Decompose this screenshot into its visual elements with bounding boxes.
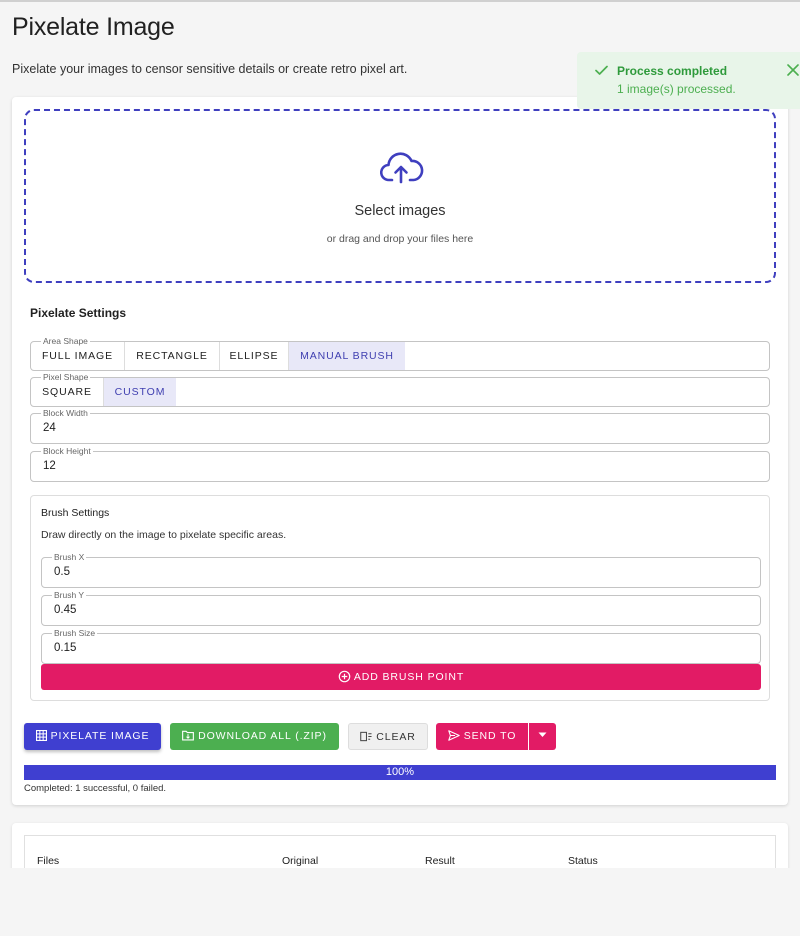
send-to-button[interactable]: SEND TO: [436, 723, 528, 750]
brush-size-field[interactable]: Brush Size 0.15: [41, 627, 761, 664]
area-shape-full-image[interactable]: FULL IMAGE: [31, 342, 125, 370]
page-background: [0, 868, 800, 936]
brush-y-label: Brush Y: [52, 589, 87, 601]
send-to-label: SEND TO: [463, 730, 517, 742]
page-title: Pixelate Image: [12, 13, 175, 41]
toast-message: 1 image(s) processed.: [617, 82, 736, 96]
send-icon: [447, 729, 460, 741]
add-brush-point-label: ADD BRUSH POINT: [353, 671, 465, 683]
brush-settings-card: Brush Settings Draw directly on the imag…: [30, 495, 770, 701]
add-brush-point-button[interactable]: ADD BRUSH POINT: [41, 664, 761, 690]
clear-label: CLEAR: [376, 731, 416, 743]
send-to-dropdown-button[interactable]: [529, 723, 556, 750]
brush-x-value[interactable]: 0.5: [54, 566, 70, 578]
block-width-field[interactable]: Block Width 24: [30, 407, 770, 444]
brush-y-field[interactable]: Brush Y 0.45: [41, 589, 761, 626]
block-height-field[interactable]: Block Height 12: [30, 445, 770, 482]
column-original: Original: [282, 855, 319, 867]
column-files: Files: [37, 855, 60, 867]
page-description: Pixelate your images to censor sensitive…: [12, 62, 408, 76]
success-toast: Process completed 1 image(s) processed.: [577, 52, 800, 109]
dropzone-subtitle: or drag and drop your files here: [326, 233, 474, 245]
area-shape-manual-brush[interactable]: MANUAL BRUSH: [289, 342, 405, 370]
pixelate-image-button[interactable]: PIXELATE IMAGE: [24, 723, 161, 750]
top-border: [0, 0, 800, 2]
main-card: Select images or drag and drop your file…: [12, 97, 788, 805]
add-circle-icon: [338, 670, 351, 683]
check-icon: [595, 65, 608, 75]
brush-size-value[interactable]: 0.15: [54, 642, 76, 654]
progress-bar: 100%: [24, 765, 776, 780]
pixel-shape-square[interactable]: SQUARE: [31, 378, 104, 406]
pixel-shape-group: Pixel Shape SQUARE CUSTOM: [30, 371, 770, 407]
dropzone-title: Select images: [354, 203, 446, 219]
pixel-shape-custom[interactable]: CUSTOM: [104, 378, 176, 406]
settings-title: Pixelate Settings: [30, 306, 127, 320]
clear-icon: [360, 731, 372, 741]
brush-settings-description: Draw directly on the image to pixelate s…: [41, 529, 287, 541]
clear-button[interactable]: CLEAR: [348, 723, 428, 750]
column-result: Result: [425, 855, 455, 867]
brush-x-field[interactable]: Brush X 0.5: [41, 551, 761, 588]
cloud-upload-icon: [380, 152, 424, 184]
download-all-button[interactable]: DOWNLOAD ALL (.ZIP): [170, 723, 339, 750]
toast-title: Process completed: [617, 64, 728, 78]
area-shape-ellipse[interactable]: ELLIPSE: [220, 342, 289, 370]
progress-percent: 100%: [385, 766, 415, 778]
download-all-label: DOWNLOAD ALL (.ZIP): [198, 730, 327, 742]
brush-size-label: Brush Size: [52, 627, 98, 639]
block-height-label: Block Height: [41, 445, 93, 457]
area-shape-rectangle[interactable]: RECTANGLE: [125, 342, 220, 370]
block-width-label: Block Width: [41, 407, 90, 419]
column-status: Status: [568, 855, 598, 867]
brush-y-value[interactable]: 0.45: [54, 604, 76, 616]
brush-settings-title: Brush Settings: [41, 507, 110, 519]
brush-x-label: Brush X: [52, 551, 87, 563]
block-height-value[interactable]: 12: [43, 460, 56, 472]
block-width-value[interactable]: 24: [43, 422, 56, 434]
folder-download-icon: [182, 730, 195, 741]
area-shape-group: Area Shape FULL IMAGE RECTANGLE ELLIPSE …: [30, 335, 770, 371]
close-icon[interactable]: [787, 64, 799, 76]
pixelate-image-label: PIXELATE IMAGE: [50, 730, 150, 742]
caret-down-icon: [538, 732, 547, 738]
file-dropzone[interactable]: Select images or drag and drop your file…: [24, 109, 776, 283]
grid-icon: [35, 729, 47, 741]
progress-status: Completed: 1 successful, 0 failed.: [24, 783, 167, 794]
